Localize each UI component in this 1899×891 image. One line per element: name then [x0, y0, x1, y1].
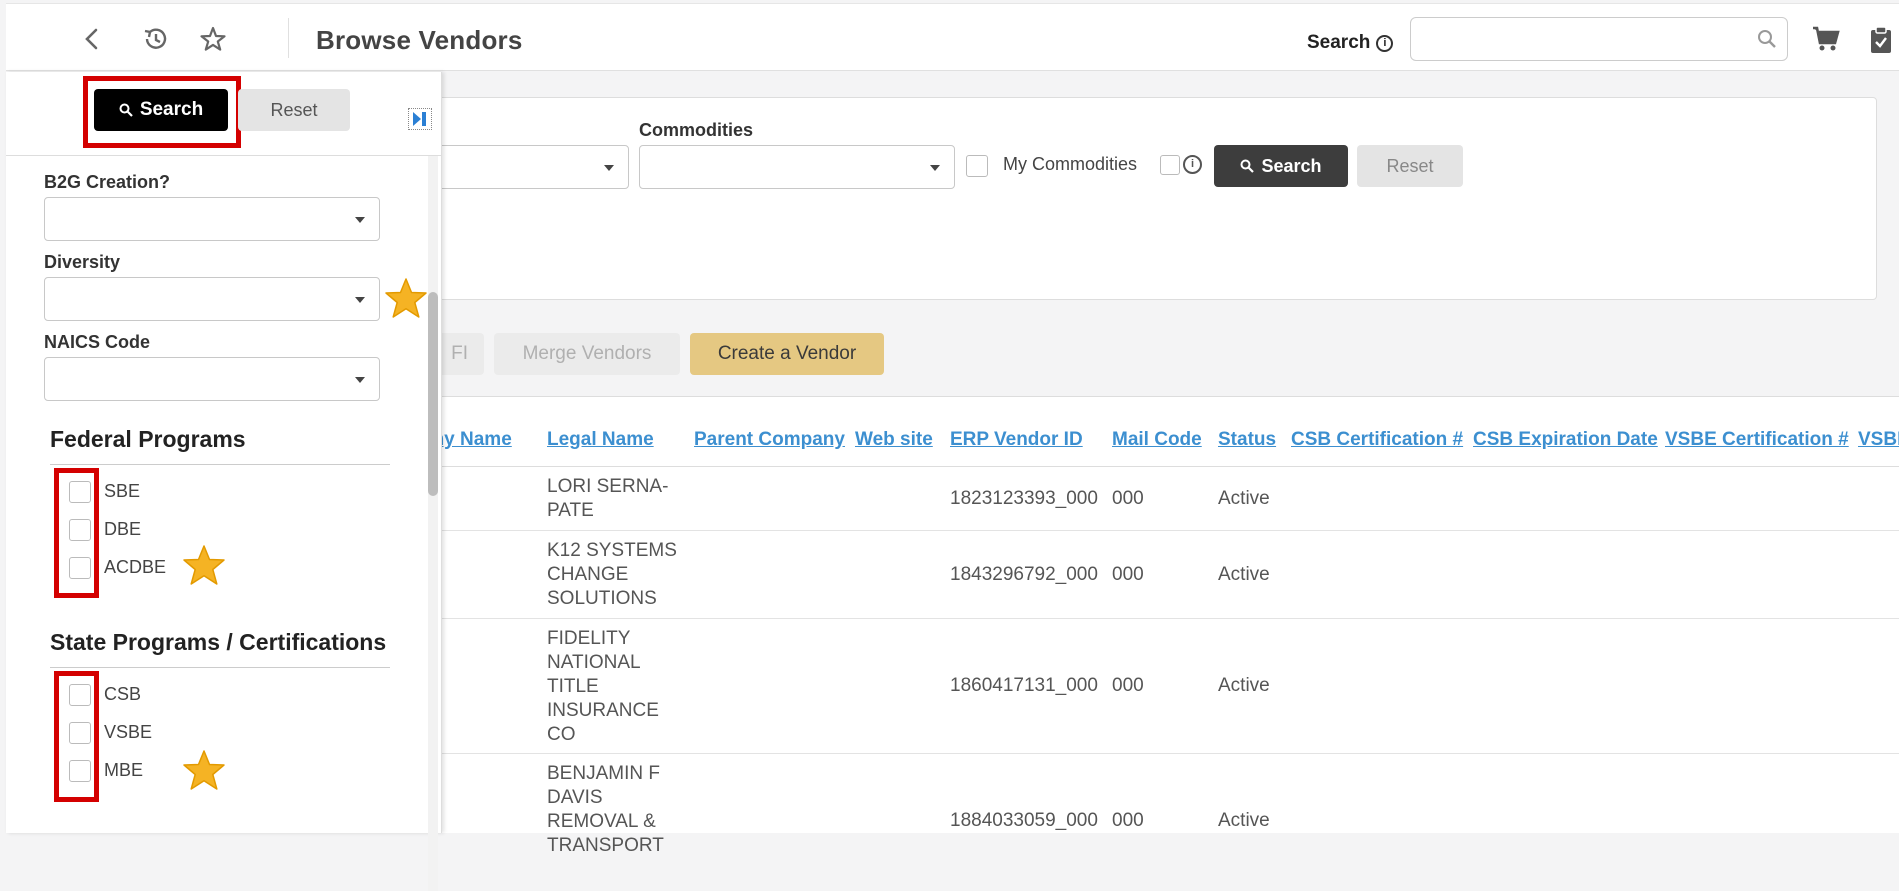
erp-vendor-id-cell: 1823123393_000	[950, 488, 1098, 509]
state-programs-heading: State Programs / Certifications	[50, 629, 387, 655]
filter-panel: Search Reset B2G Creation? Diversity NAI…	[6, 72, 442, 891]
checkbox[interactable]	[1160, 155, 1180, 175]
vsbe-label: VSBE	[104, 722, 153, 742]
table-row[interactable]: LORI SERNA- PATE 1823123393_000 000 Acti…	[422, 467, 1899, 531]
panel-reset-button[interactable]: Reset	[238, 89, 350, 131]
actions-bar: FI Merge Vendors Create a Vendor	[412, 318, 1899, 398]
divider	[50, 464, 390, 465]
table-row[interactable]: FIDELITY NATIONAL TITLE INSURANCE CO 186…	[422, 619, 1899, 754]
column-header-parent-company[interactable]: Parent Company	[694, 429, 845, 451]
dbe-label: DBE	[104, 519, 142, 539]
criteria-select[interactable]	[413, 145, 629, 189]
back-arrow-icon[interactable]	[74, 22, 108, 56]
my-commodities-label: My Commodities	[1003, 154, 1138, 174]
erp-vendor-id-cell: 1860417131_000	[950, 675, 1098, 696]
b2g-creation-label: B2G Creation?	[44, 172, 171, 192]
panel-scrollbar-track[interactable]	[428, 156, 438, 891]
column-header-legal-name[interactable]: Legal Name	[547, 429, 654, 451]
commodities-label: Commodities	[639, 120, 754, 140]
erp-vendor-id-cell: 1843296792_000	[950, 564, 1098, 585]
acdbe-label: ACDBE	[104, 557, 167, 577]
filter-panel-header: Search Reset	[6, 72, 442, 156]
info-icon[interactable]: i	[1183, 155, 1202, 174]
column-header-vsbe[interactable]: VSBE	[1858, 429, 1899, 451]
search-label: Search i	[1307, 32, 1394, 54]
search-icon	[1240, 159, 1255, 173]
legal-name-cell: BENJAMIN F DAVIS REMOVAL & TRANSPORT	[547, 763, 664, 856]
search-icon[interactable]	[1757, 29, 1777, 54]
highlight-box	[54, 468, 99, 598]
table-row[interactable]: K12 SYSTEMS CHANGE SOLUTIONS 1843296792_…	[422, 531, 1899, 619]
column-header-csb-certification[interactable]: CSB Certification #	[1291, 429, 1463, 451]
chevron-down-icon	[604, 165, 614, 171]
cart-icon[interactable]	[1812, 26, 1840, 57]
star-icon[interactable]	[196, 22, 230, 56]
legal-name-cell: LORI SERNA- PATE	[547, 476, 669, 521]
naics-code-label: NAICS Code	[44, 332, 151, 352]
erp-vendor-id-cell: 1884033059_000	[950, 810, 1098, 831]
legal-name-cell: FIDELITY NATIONAL TITLE INSURANCE CO	[547, 628, 659, 745]
info-icon[interactable]: i	[1376, 34, 1394, 52]
mail-code-cell: 000	[1112, 810, 1144, 831]
divider	[50, 667, 390, 668]
status-cell: Active	[1218, 810, 1270, 831]
status-cell: Active	[1218, 675, 1270, 696]
column-header-status[interactable]: Status	[1218, 429, 1276, 451]
mbe-label: MBE	[104, 760, 144, 780]
page-title: Browse Vendors	[316, 25, 523, 55]
column-header-mail-code[interactable]: Mail Code	[1112, 429, 1202, 451]
panel-scrollbar-thumb[interactable]	[428, 292, 438, 496]
column-header-csb-expiration-date[interactable]: CSB Expiration Date	[1473, 429, 1658, 451]
chevron-down-icon	[355, 377, 365, 383]
star-icon	[183, 750, 225, 790]
star-icon	[385, 278, 427, 318]
diversity-select[interactable]	[44, 277, 380, 321]
b2g-creation-select[interactable]	[44, 197, 380, 241]
my-commodities-checkbox[interactable]	[966, 155, 988, 177]
global-search-input-wrapper	[1410, 17, 1788, 61]
divider	[288, 18, 289, 58]
clipboard-icon[interactable]	[1870, 26, 1892, 59]
legal-name-cell: K12 SYSTEMS CHANGE SOLUTIONS	[547, 540, 677, 609]
column-header-vsbe-certification[interactable]: VSBE Certification #	[1665, 429, 1849, 451]
chevron-down-icon	[355, 217, 365, 223]
sbe-label: SBE	[104, 481, 141, 501]
criteria-search-button[interactable]: Search	[1214, 145, 1348, 187]
collapse-panel-icon[interactable]	[408, 108, 432, 130]
naics-code-select[interactable]	[44, 357, 380, 401]
top-bar: Browse Vendors Search i	[6, 3, 1899, 71]
history-icon[interactable]	[138, 22, 172, 56]
table-row[interactable]: BENJAMIN F DAVIS REMOVAL & TRANSPORT 188…	[422, 754, 1899, 856]
criteria-reset-button[interactable]: Reset	[1357, 145, 1463, 187]
star-icon	[183, 545, 225, 585]
mail-code-cell: 000	[1112, 488, 1144, 509]
status-cell: Active	[1218, 564, 1270, 585]
diversity-label: Diversity	[44, 252, 121, 272]
mail-code-cell: 000	[1112, 564, 1144, 585]
highlight-box	[54, 671, 99, 802]
status-cell: Active	[1218, 488, 1270, 509]
federal-programs-heading: Federal Programs	[50, 426, 246, 452]
create-vendor-button[interactable]: Create a Vendor	[690, 333, 884, 375]
mail-code-cell: 000	[1112, 675, 1144, 696]
global-search-input[interactable]	[1411, 18, 1787, 60]
chevron-down-icon	[930, 165, 940, 171]
column-header-website[interactable]: Web site	[855, 429, 933, 451]
chevron-down-icon	[355, 297, 365, 303]
vendors-table: any Name Legal Name Parent Company Web s…	[422, 396, 1899, 856]
csb-label: CSB	[104, 684, 142, 704]
merge-vendors-button[interactable]: Merge Vendors	[494, 333, 680, 375]
highlight-box	[83, 76, 241, 148]
column-header-erp-vendor-id[interactable]: ERP Vendor ID	[950, 429, 1083, 451]
search-criteria-card: Commodities My Commodities i Search Rese…	[413, 97, 1877, 300]
commodities-select[interactable]	[639, 145, 955, 189]
